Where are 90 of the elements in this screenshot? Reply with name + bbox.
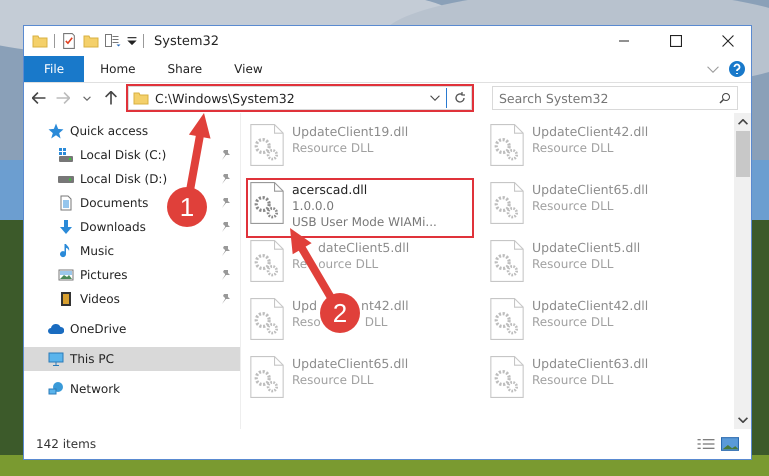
file-name: dateClient5.dll — [318, 240, 410, 256]
file-detail: ource DLL — [318, 256, 378, 272]
sidebar-item[interactable]: Videos — [80, 292, 120, 306]
sidebar-item[interactable]: Downloads — [80, 220, 146, 234]
file-detail: Reso — [292, 314, 321, 330]
maximize-icon[interactable] — [670, 35, 682, 47]
file-detail: Resource DLL — [532, 256, 614, 272]
file-gears-icon — [250, 182, 284, 224]
file-gears-icon — [490, 240, 524, 282]
pin-icon[interactable] — [220, 222, 230, 232]
pin-icon[interactable] — [220, 198, 230, 208]
search-icon[interactable] — [719, 92, 731, 104]
file-gears-icon — [250, 356, 284, 398]
scroll-down-icon[interactable] — [738, 417, 748, 423]
file-detail: Resource DLL — [292, 372, 374, 388]
step-badge: 2 — [320, 293, 360, 333]
sidebar-item[interactable]: Documents — [80, 196, 148, 210]
ribbon-tab[interactable]: View — [218, 56, 279, 82]
monitor-icon — [48, 351, 64, 367]
dropdown-icon[interactable] — [127, 37, 137, 45]
film-icon — [58, 291, 74, 307]
file-name: nt42.dll — [361, 298, 409, 314]
file-detail: Resource DLL — [532, 314, 614, 330]
file-name: UpdateClient63.dll — [532, 356, 648, 372]
details-view-button[interactable] — [697, 437, 715, 451]
ribbon-tab[interactable]: Home — [84, 56, 152, 82]
pin-icon[interactable] — [220, 174, 230, 184]
file-detail: USB User Mode WIAMi... — [292, 214, 437, 230]
file-gears-icon — [250, 298, 284, 340]
download-icon — [58, 219, 74, 235]
file-detail: Resource DLL — [532, 140, 614, 156]
drive-icon — [58, 147, 74, 163]
sidebar-item[interactable]: Local Disk (C:) — [80, 148, 166, 162]
file-name: UpdateClient5.dll — [532, 240, 640, 256]
scrollbar-thumb[interactable] — [736, 131, 750, 177]
sidebar-item[interactable]: Pictures — [80, 268, 128, 282]
star-icon — [48, 123, 64, 139]
document-icon — [58, 195, 74, 211]
sidebar-item[interactable]: Network — [70, 382, 120, 396]
chevron-down-icon[interactable] — [83, 96, 91, 100]
file-detail: Resource DLL — [532, 372, 614, 388]
file-name: UpdateClient65.dll — [532, 182, 648, 198]
sidebar-item[interactable]: Quick access — [70, 124, 148, 138]
pin-icon[interactable] — [220, 246, 230, 256]
network-icon — [48, 381, 64, 397]
sidebar-item[interactable]: Local Disk (D:) — [80, 172, 168, 186]
address-bar[interactable]: C:\Windows\System32 — [128, 86, 472, 110]
file-gears-icon — [490, 298, 524, 340]
sidebar-item[interactable]: Music — [80, 244, 114, 258]
file-name: UpdateClient42.dll — [532, 298, 648, 314]
file-detail: 1.0.0.0 — [292, 198, 334, 214]
file-gears-icon — [490, 356, 524, 398]
pin-icon[interactable] — [220, 294, 230, 304]
ribbon-tab[interactable]: Share — [152, 56, 218, 82]
file-detail: DLL — [364, 314, 388, 330]
ribbon-tab[interactable]: File — [24, 56, 84, 82]
file-gears-icon — [490, 124, 524, 166]
item-count: 142 items — [36, 437, 98, 451]
pictures-icon — [58, 267, 74, 283]
drive-icon — [58, 176, 74, 182]
file-gears-icon — [250, 240, 284, 282]
refresh-icon[interactable] — [453, 91, 467, 105]
step-badge: 1 — [167, 187, 207, 227]
properties-icon[interactable] — [61, 33, 77, 49]
scrollbar[interactable] — [734, 113, 751, 429]
expand-ribbon-icon[interactable] — [707, 66, 719, 72]
file-name: UpdateClient65.dll — [292, 356, 408, 372]
file-gears-icon — [490, 182, 524, 224]
pin-icon[interactable] — [220, 270, 230, 280]
file-name: acerscad.dll — [292, 182, 368, 198]
file-item[interactable]: acerscad.dll 1.0.0.0 USB User Mode WIAMi... — [247, 179, 473, 237]
file-gears-icon — [250, 124, 284, 166]
view-list-icon[interactable] — [105, 34, 121, 48]
search-field[interactable]: Search System32 — [492, 86, 738, 110]
file-detail: Resource DLL — [292, 140, 374, 156]
close-icon[interactable] — [722, 35, 734, 47]
minimize-icon[interactable] — [618, 40, 630, 42]
file-name: Upd — [292, 298, 318, 314]
cloud-icon — [48, 321, 64, 337]
file-name: UpdateClient19.dll — [292, 124, 408, 140]
file-detail: Resource DLL — [532, 198, 614, 214]
scroll-up-icon[interactable] — [738, 119, 748, 125]
sidebar-item[interactable]: OneDrive — [70, 322, 126, 336]
pin-icon[interactable] — [220, 150, 230, 160]
help-icon[interactable] — [729, 61, 745, 77]
file-name: UpdateClient42.dll — [532, 124, 648, 140]
window-title: System32 — [154, 34, 220, 48]
sidebar-item[interactable]: This PC — [24, 347, 240, 371]
dropdown-icon[interactable] — [430, 95, 440, 101]
file-detail: Re — [292, 256, 308, 272]
